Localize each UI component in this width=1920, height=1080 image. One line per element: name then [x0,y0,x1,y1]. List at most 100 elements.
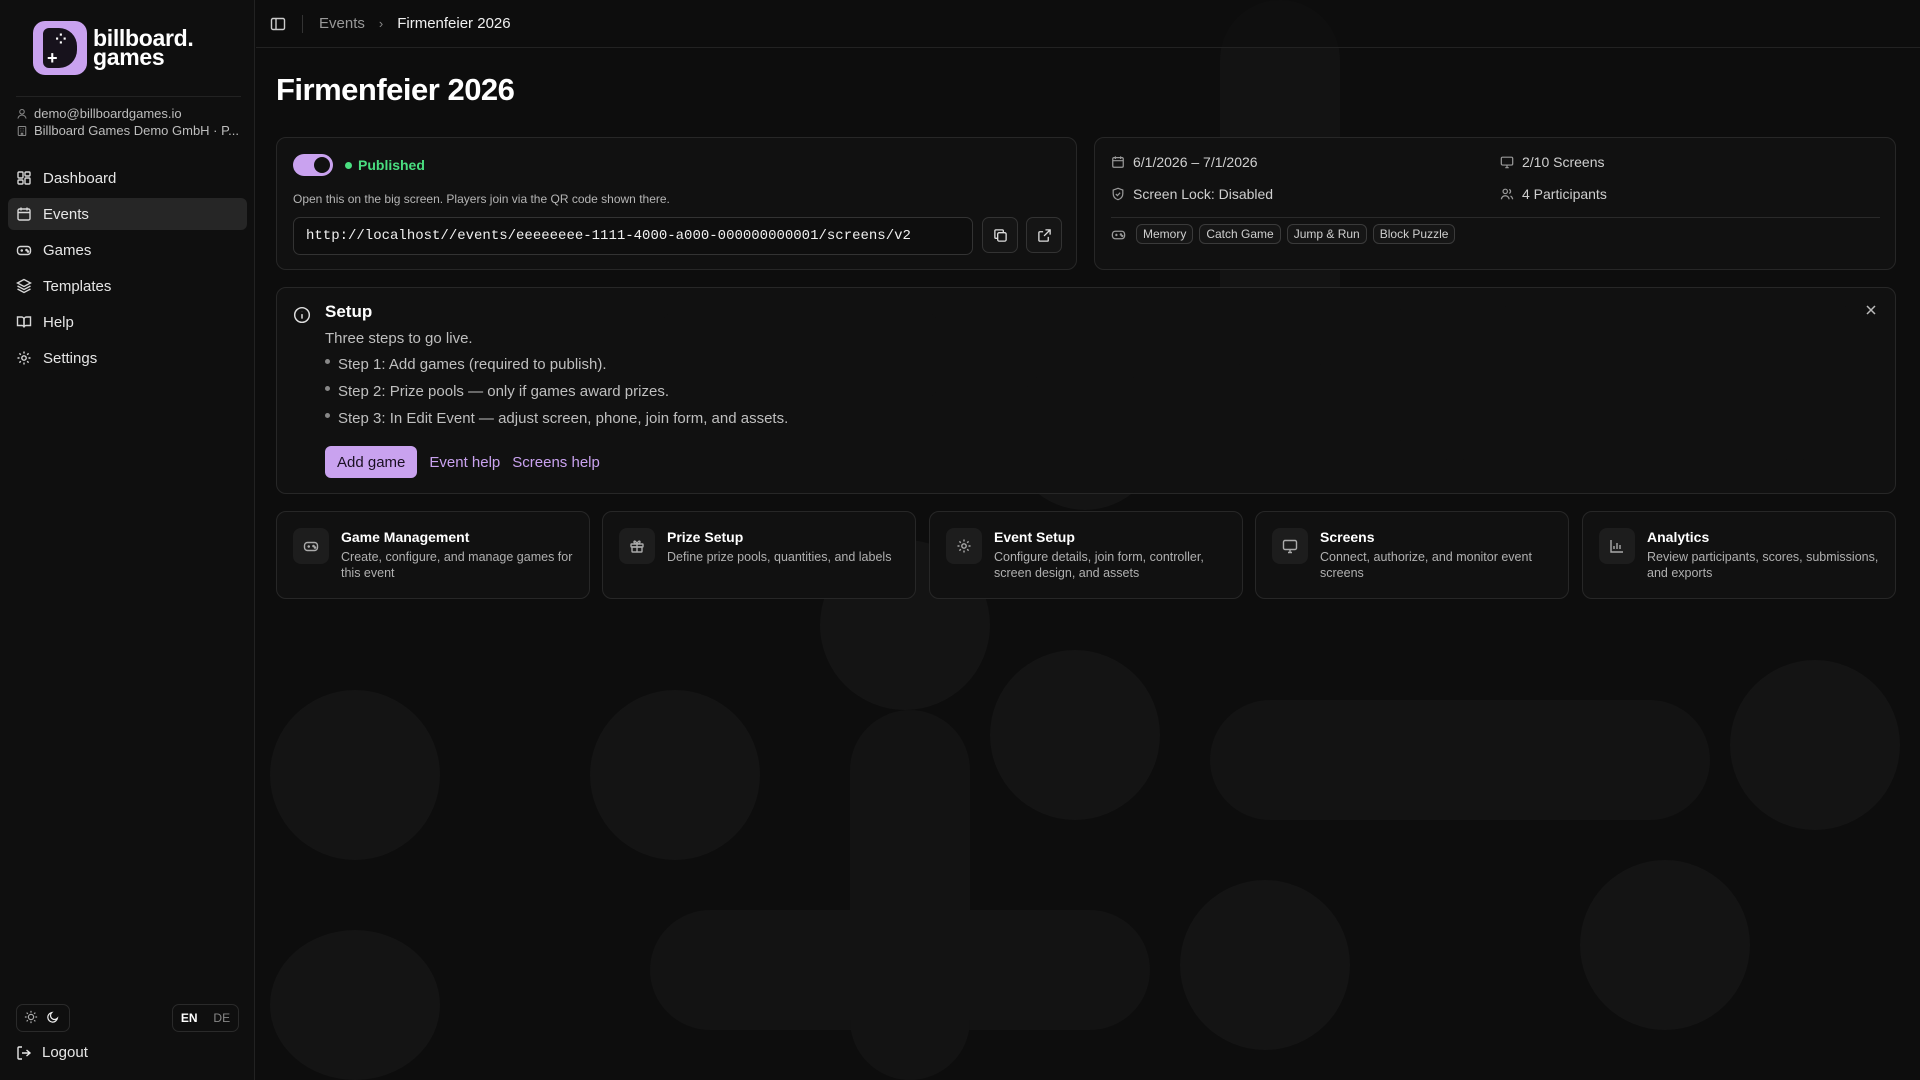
publish-hint: Open this on the big screen. Players joi… [293,192,670,206]
feature-desc: Configure details, join form, controller… [994,550,1204,580]
feature-icon-wrap [619,528,655,564]
step-text: Step 3: In Edit Event — adjust screen, p… [338,410,789,427]
event-dates: 6/1/2026 – 7/1/2026 [1111,154,1258,170]
event-participants-value: 4 Participants [1522,186,1607,202]
setup-actions: Add game Event help Screens help [325,446,600,478]
external-link-icon [1037,228,1052,243]
brand-logo[interactable]: ⁘ + billboard. games [33,21,194,75]
dashboard-icon [16,170,32,186]
bullet-icon [325,386,330,391]
brand-name: billboard. games [93,27,194,69]
feature-desc: Connect, authorize, and monitor event sc… [1320,550,1532,580]
breadcrumb-events[interactable]: Events [319,15,365,32]
monitor-icon [1282,538,1298,554]
bullet-icon [325,359,330,364]
divider [302,14,303,33]
feature-title: Prize Setup [667,529,744,545]
logout-label: Logout [42,1044,88,1061]
screens-help-link[interactable]: Screens help [512,454,600,471]
calendar-icon [16,206,32,222]
sidebar-item-label: Templates [43,277,112,295]
setup-subtitle: Three steps to go live. [325,330,473,347]
user-icon [16,108,28,120]
sidebar-item-events[interactable]: Events [8,198,247,230]
gamepad-icon [1111,227,1126,242]
event-screens: 2/10 Screens [1500,154,1605,170]
top-bar: Events › Firmenfeier 2026 [256,0,1920,48]
event-screens-value: 2/10 Screens [1522,154,1605,170]
open-url-button[interactable] [1026,217,1062,253]
sidebar-item-games[interactable]: Games [8,234,247,266]
sidebar-item-help[interactable]: Help [8,306,247,338]
copy-url-button[interactable] [982,217,1018,253]
event-participants: 4 Participants [1500,186,1607,202]
feature-icon-wrap [1272,528,1308,564]
feature-card-screens[interactable]: Screens Connect, authorize, and monitor … [1255,511,1569,599]
theme-toggle[interactable] [16,1004,70,1032]
book-icon [16,314,32,330]
sidebar-item-templates[interactable]: Templates [8,270,247,302]
setup-card: Setup Three steps to go live. Step 1: Ad… [276,287,1896,494]
sidebar: ⁘ + billboard. games demo@billboardgames.… [0,0,255,1080]
gamepad-icon [16,242,32,258]
logo-mark-icon: ⁘ + [33,21,87,75]
account-info: demo@billboardgames.io Billboard Games D… [16,96,241,139]
breadcrumb-current: Firmenfeier 2026 [397,15,511,32]
add-game-button[interactable]: Add game [325,446,418,478]
event-info-card: 6/1/2026 – 7/1/2026 2/10 Screens Screen … [1094,137,1896,270]
event-help-link[interactable]: Event help [429,454,500,471]
screen-url-field[interactable]: http://localhost//events/eeeeeeee-1111-4… [293,217,973,255]
status-dot-icon [345,161,352,169]
setup-title: Setup [325,302,373,321]
account-org: Billboard Games Demo GmbH · P... [34,123,239,138]
sidebar-item-label: Help [43,313,74,331]
lang-de-button[interactable]: DE [213,1011,230,1025]
logout-icon [16,1045,32,1061]
sidebar-item-label: Settings [43,349,98,367]
gear-icon [16,350,32,366]
calendar-icon [1111,155,1125,169]
publish-card: Published Open this on the big screen. P… [276,137,1077,270]
close-icon[interactable] [1863,302,1879,318]
language-switcher: EN DE [172,1004,239,1032]
breadcrumb: Events › Firmenfeier 2026 [319,15,511,32]
feature-card-prize-setup[interactable]: Prize Setup Define prize pools, quantiti… [602,511,916,599]
feature-icon-wrap [1599,528,1635,564]
step-text: Step 2: Prize pools — only if games awar… [338,383,669,400]
gamepad-icon [303,538,319,554]
chevron-right-icon: › [378,16,384,31]
lang-en-button[interactable]: EN [181,1011,198,1025]
users-icon [1500,187,1514,201]
game-tag: Block Puzzle [1372,224,1456,244]
sidebar-item-settings[interactable]: Settings [8,342,247,374]
feature-title: Event Setup [994,529,1075,545]
feature-title: Screens [1320,529,1375,545]
game-tag: Memory [1136,224,1194,244]
info-icon [293,306,311,324]
sidebar-item-label: Events [43,205,89,223]
sidebar-item-label: Dashboard [43,169,117,187]
bullet-icon [325,413,330,418]
sidebar-item-label: Games [43,241,92,259]
layers-icon [16,278,32,294]
list-item: Step 1: Add games (required to publish). [325,356,788,383]
account-email-row: demo@billboardgames.io [16,105,241,122]
game-tag: Jump & Run [1286,224,1367,244]
moon-icon[interactable] [46,1010,62,1026]
monitor-icon [1500,155,1514,169]
sidebar-toggle-icon[interactable] [270,16,286,32]
feature-card-event-setup[interactable]: Event Setup Configure details, join form… [929,511,1243,599]
feature-card-analytics[interactable]: Analytics Review participants, scores, s… [1582,511,1896,599]
gift-icon [629,538,645,554]
logout-button[interactable]: Logout [16,1044,88,1061]
setup-steps: Step 1: Add games (required to publish).… [325,356,788,437]
feature-card-game-management[interactable]: Game Management Create, configure, and m… [276,511,590,599]
event-games-tags: Memory Catch Game Jump & Run Block Puzzl… [1111,224,1456,244]
sidebar-item-dashboard[interactable]: Dashboard [8,162,247,194]
feature-title: Analytics [1647,529,1710,545]
gear-icon [956,538,972,554]
sun-icon[interactable] [24,1010,40,1026]
publish-toggle[interactable] [293,154,333,176]
sidebar-footer: EN DE [16,1004,239,1032]
divider [1111,217,1880,218]
